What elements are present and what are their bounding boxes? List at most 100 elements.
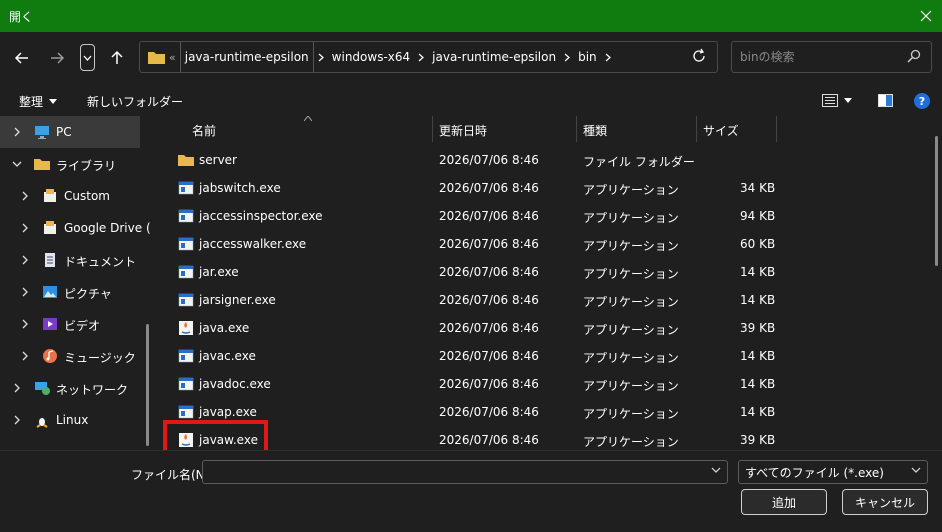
pictures-icon — [43, 286, 57, 298]
forward-button[interactable] — [44, 45, 70, 71]
search-input[interactable] — [740, 48, 900, 66]
sidebar-item-label: Linux — [56, 413, 89, 427]
file-name: jar.exe — [199, 265, 239, 279]
file-list-scrollbar[interactable] — [935, 136, 938, 266]
column-header-date[interactable]: 更新日時 — [439, 116, 487, 144]
column-label: サイズ — [703, 123, 739, 138]
breadcrumb-segment[interactable]: windows-x64 — [328, 42, 414, 72]
file-row[interactable]: jaccessinspector.exe 2026/07/06 8:46 アプリケー… — [160, 202, 930, 230]
recent-locations-button[interactable] — [80, 44, 95, 71]
file-date: 2026/07/06 8:46 — [439, 377, 539, 391]
file-row[interactable]: server 2026/07/06 8:46 ファイル フォルダー — [160, 146, 930, 174]
view-options-button[interactable] — [822, 94, 852, 107]
file-name: javap.exe — [199, 405, 257, 419]
sidebar-item-pc[interactable]: PC — [0, 116, 140, 148]
exe-icon — [178, 376, 194, 392]
filename-field[interactable] — [207, 464, 697, 480]
file-row[interactable]: java.exe 2026/07/06 8:46 アプリケーション 39 KB — [160, 314, 930, 342]
chevron-right-icon[interactable] — [12, 383, 22, 393]
network-icon — [35, 382, 50, 395]
back-button[interactable] — [9, 45, 35, 71]
sidebar-item-google-drive[interactable]: Google Drive ( — [0, 212, 151, 244]
column-header-name[interactable]: 名前 — [192, 116, 216, 144]
chevron-right-icon[interactable] — [414, 42, 428, 72]
breadcrumb: « java-runtime-epsilon windows-x64 java-… — [140, 42, 615, 72]
file-date: 2026/07/06 8:46 — [439, 237, 539, 251]
sidebar-item-linux[interactable]: Linux — [0, 404, 140, 436]
file-row[interactable]: jaccesswalker.exe 2026/07/06 8:46 アプリケーション… — [160, 230, 930, 258]
column-header-type[interactable]: 種類 — [583, 116, 607, 144]
sidebar-item-custom[interactable]: Custom — [0, 180, 140, 212]
overflow-chevrons-icon[interactable]: « — [169, 51, 176, 64]
search-icon[interactable] — [907, 49, 921, 63]
file-row[interactable]: javaw.exe 2026/07/06 8:46 アプリケーション 39 KB — [160, 426, 930, 450]
sidebar-item-pictures[interactable]: ピクチャ — [0, 276, 140, 308]
chevron-right-icon[interactable] — [20, 223, 30, 233]
column-label: 更新日時 — [439, 123, 488, 138]
file-type: アプリケーション — [583, 351, 679, 365]
file-name: javadoc.exe — [199, 377, 271, 391]
sidebar-item-music[interactable]: ミュージック — [0, 340, 140, 372]
music-icon — [43, 349, 57, 363]
filename-combobox[interactable] — [202, 460, 728, 484]
new-folder-label: 新しいフォルダー — [87, 95, 184, 109]
sidebar-item-documents[interactable]: ドキュメント — [0, 244, 140, 276]
chevron-down-icon[interactable] — [711, 467, 721, 473]
cancel-button[interactable]: キャンセル — [842, 489, 928, 515]
chevron-right-icon[interactable] — [20, 287, 30, 297]
column-divider[interactable] — [432, 116, 433, 142]
file-row[interactable]: javap.exe 2026/07/06 8:46 アプリケーション 14 KB — [160, 398, 930, 426]
new-folder-button[interactable]: 新しいフォルダー — [87, 93, 183, 110]
chevron-right-icon[interactable] — [560, 42, 574, 72]
folder-icon — [148, 52, 165, 64]
file-row[interactable]: javac.exe 2026/07/06 8:46 アプリケーション 14 KB — [160, 342, 930, 370]
sidebar-item-label: PC — [56, 125, 72, 139]
chevron-right-icon[interactable] — [601, 42, 615, 72]
organize-button[interactable]: 整理 — [19, 93, 58, 110]
refresh-button[interactable] — [691, 48, 709, 66]
videos-icon — [43, 318, 57, 330]
file-row[interactable]: javadoc.exe 2026/07/06 8:46 アプリケーション 14 KB — [160, 370, 930, 398]
chevron-right-icon[interactable] — [314, 42, 328, 72]
column-divider[interactable] — [696, 116, 697, 142]
add-button[interactable]: 追加 — [741, 489, 827, 515]
column-divider[interactable] — [776, 116, 777, 142]
help-button[interactable]: ? — [914, 93, 930, 109]
file-size: 39 KB — [740, 433, 776, 447]
address-bar[interactable]: « java-runtime-epsilon windows-x64 java-… — [139, 41, 718, 73]
sidebar-item-label: ライブラリ — [56, 159, 117, 173]
folder-icon — [178, 152, 194, 168]
breadcrumb-segment[interactable]: java-runtime-epsilon — [428, 42, 560, 72]
file-date: 2026/07/06 8:46 — [439, 349, 539, 363]
file-name: jaccessinspector.exe — [199, 209, 323, 223]
file-size: 60 KB — [740, 237, 776, 251]
chevron-down-icon[interactable] — [12, 159, 22, 169]
sort-ascending-icon — [304, 116, 312, 121]
close-icon — [920, 10, 932, 22]
sidebar-item-videos[interactable]: ビデオ — [0, 308, 140, 340]
chevron-right-icon[interactable] — [20, 191, 30, 201]
sidebar-item-libraries[interactable]: ライブラリ — [0, 148, 140, 180]
file-size: 14 KB — [740, 405, 776, 419]
chevron-right-icon[interactable] — [12, 415, 22, 425]
preview-pane-icon — [878, 94, 893, 107]
breadcrumb-segment[interactable]: java-runtime-epsilon — [179, 42, 314, 72]
column-divider[interactable] — [576, 116, 577, 142]
column-header-size[interactable]: サイズ — [703, 116, 739, 144]
file-type: アプリケーション — [583, 407, 679, 421]
chevron-right-icon[interactable] — [20, 319, 30, 329]
file-row[interactable]: jarsigner.exe 2026/07/06 8:46 アプリケーション 14 K… — [160, 286, 930, 314]
file-row[interactable]: jabswitch.exe 2026/07/06 8:46 アプリケーション 34 K… — [160, 174, 930, 202]
file-type-filter[interactable]: すべてのファイル (*.exe) — [738, 460, 928, 484]
file-row[interactable]: jar.exe 2026/07/06 8:46 アプリケーション 14 KB — [160, 258, 930, 286]
chevron-right-icon[interactable] — [20, 351, 30, 361]
up-button[interactable] — [104, 45, 130, 71]
preview-pane-button[interactable] — [878, 94, 893, 107]
sidebar-item-network[interactable]: ネットワーク — [0, 372, 140, 404]
close-button[interactable] — [910, 0, 942, 32]
search-box[interactable] — [731, 41, 932, 73]
chevron-right-icon[interactable] — [20, 255, 30, 265]
sidebar-scrollbar[interactable] — [146, 324, 149, 446]
chevron-right-icon[interactable] — [12, 127, 22, 137]
breadcrumb-segment[interactable]: bin — [574, 42, 601, 72]
